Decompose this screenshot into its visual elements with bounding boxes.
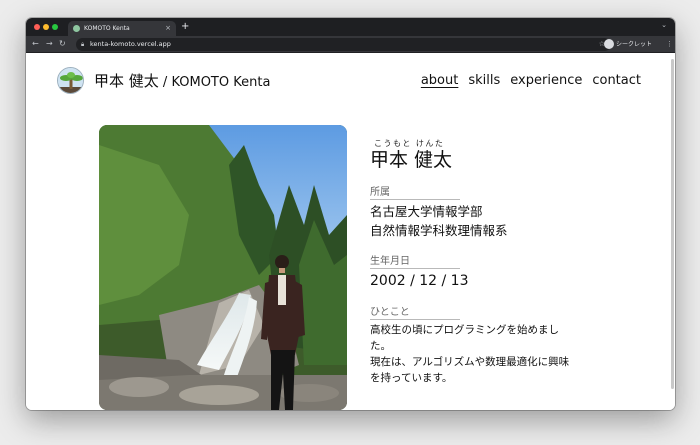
- close-window-button[interactable]: [34, 24, 40, 30]
- comment-label: ひとこと: [370, 303, 460, 320]
- affiliation-line-1: 名古屋大学情報学部: [370, 204, 483, 219]
- site-title-ja: 甲本 健太: [94, 72, 159, 90]
- incognito-avatar-icon: [604, 39, 614, 49]
- site-title-separator: /: [158, 75, 172, 90]
- tab-title: KOMOTO Kenta: [84, 25, 130, 32]
- back-arrow-icon[interactable]: ←: [32, 38, 39, 50]
- browser-tab[interactable]: KOMOTO Kenta ×: [68, 21, 176, 36]
- birthday-value: 2002 / 12 / 13: [370, 273, 469, 289]
- tab-search-chevron-icon[interactable]: ⌄: [661, 21, 667, 29]
- web-page: 甲本 健太 / KOMOTO Kenta about skills experi…: [26, 53, 675, 410]
- site-title[interactable]: 甲本 健太 / KOMOTO Kenta: [94, 70, 270, 91]
- incognito-indicator[interactable]: シークレット: [604, 39, 652, 50]
- incognito-label: シークレット: [616, 41, 653, 48]
- affiliation-line-2: 自然情報学科数理情報系: [370, 223, 508, 238]
- waterfall-portrait-image: [99, 125, 347, 410]
- affiliation-label: 所属: [370, 183, 460, 200]
- url-text: kenta-komoto.vercel.app: [90, 40, 171, 48]
- site-logo[interactable]: [57, 67, 84, 94]
- address-bar[interactable]: 🔒︎ kenta-komoto.vercel.app ☆: [76, 38, 611, 51]
- site-title-en: KOMOTO Kenta: [171, 75, 271, 90]
- name-ruby: こうもと けんた: [374, 139, 445, 148]
- palm-tree-icon: [58, 68, 83, 93]
- profile-photo: [99, 125, 347, 410]
- reload-icon[interactable]: ↻: [59, 38, 66, 50]
- tab-close-icon[interactable]: ×: [165, 21, 171, 36]
- comment-line-1: 高校生の頃にプログラミングを始めました。: [370, 324, 559, 352]
- comment-line-2: 現在は、アルゴリズムや数理最適化に興味を持っています。: [370, 356, 570, 384]
- minimize-window-button[interactable]: [43, 24, 49, 30]
- main-nav: about skills experience contact: [421, 73, 641, 88]
- browser-window: KOMOTO Kenta × + ⌄ ← → ↻ 🔒︎ kenta-komoto…: [26, 18, 675, 410]
- favicon-icon: [73, 25, 80, 32]
- profile-info: こうもと けんた 甲本 健太 所属 名古屋大学情報学部 自然情報学科数理情報系 …: [370, 138, 575, 386]
- nav-about[interactable]: about: [421, 73, 459, 88]
- kebab-menu-icon[interactable]: ⋮: [666, 39, 673, 49]
- comment-value: 高校生の頃にプログラミングを始めました。 現在は、アルゴリズムや数理最適化に興味…: [370, 322, 575, 386]
- forward-arrow-icon[interactable]: →: [46, 38, 53, 50]
- nav-contact[interactable]: contact: [592, 73, 641, 88]
- maximize-window-button[interactable]: [52, 24, 58, 30]
- new-tab-button[interactable]: +: [181, 20, 189, 34]
- profile-name: 甲本 健太: [370, 149, 453, 171]
- tab-bar: KOMOTO Kenta × + ⌄: [26, 18, 675, 36]
- birthday-label: 生年月日: [370, 252, 460, 269]
- page-scrollbar[interactable]: [671, 59, 674, 389]
- nav-experience[interactable]: experience: [510, 73, 582, 88]
- lock-icon[interactable]: 🔒︎: [81, 38, 84, 51]
- nav-skills[interactable]: skills: [468, 73, 500, 88]
- browser-toolbar: ← → ↻ 🔒︎ kenta-komoto.vercel.app ☆ シークレッ…: [26, 36, 675, 53]
- affiliation-value: 名古屋大学情報学部 自然情報学科数理情報系: [370, 202, 575, 240]
